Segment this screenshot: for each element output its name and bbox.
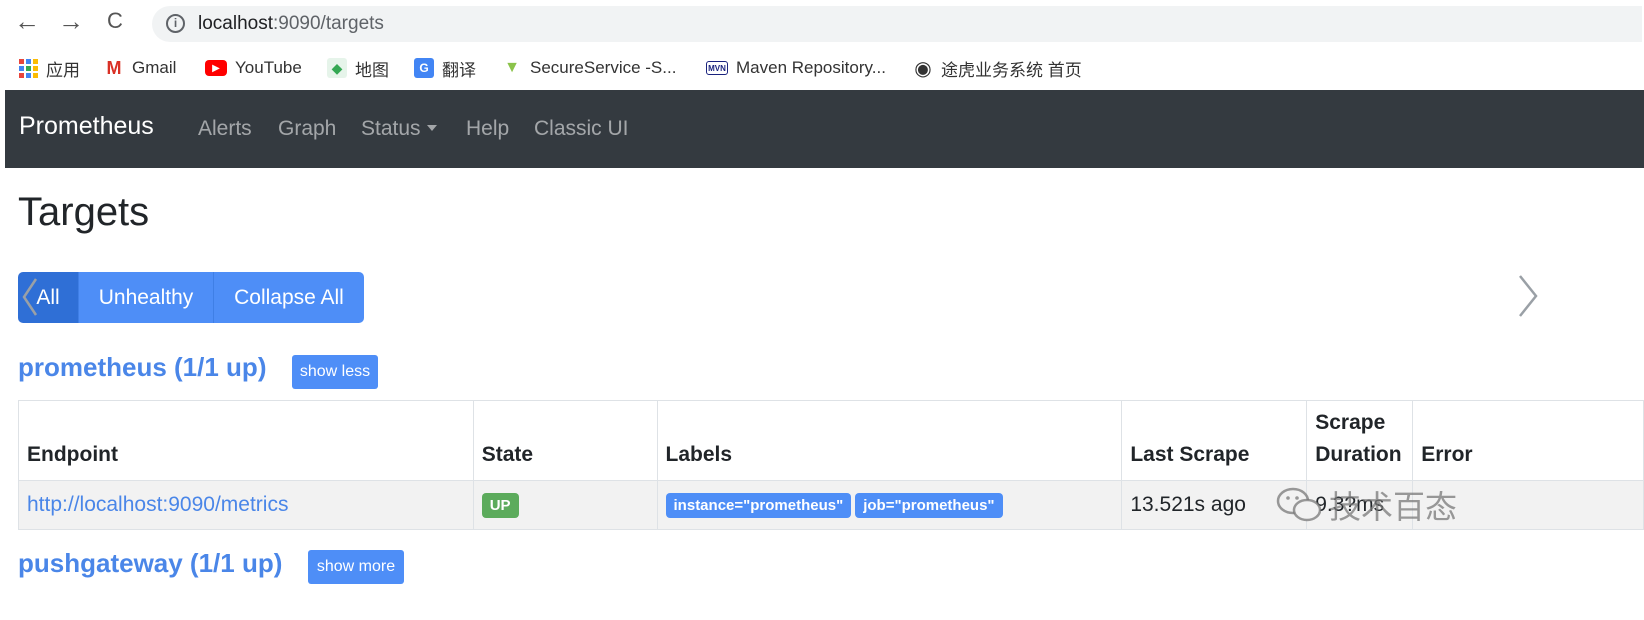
nav-status-dropdown[interactable]: Status bbox=[361, 117, 437, 141]
bookmark-label: 途虎业务系统 首页 bbox=[941, 60, 1082, 80]
bookmark-label: 地图 bbox=[355, 60, 389, 80]
wechat-icon bbox=[1276, 487, 1322, 522]
state-badge: UP bbox=[481, 493, 519, 518]
bookmark-apps[interactable]: 应用 bbox=[18, 55, 80, 81]
bookmark-label: 翻译 bbox=[442, 60, 476, 80]
apps-grid-icon bbox=[18, 58, 38, 78]
url-text[interactable]: localhost:9090/targets bbox=[198, 13, 384, 35]
column-header-endpoint: Endpoint bbox=[18, 400, 474, 481]
bookmark-youtube[interactable]: ▶ YouTube bbox=[205, 55, 302, 81]
browser-toolbar: ← → C i localhost:9090/targets bbox=[0, 0, 1644, 43]
secureservice-icon: ▼ bbox=[504, 59, 520, 76]
url-path: :9090/targets bbox=[273, 13, 384, 34]
chevron-left-icon[interactable] bbox=[20, 275, 40, 319]
url-host: localhost bbox=[198, 13, 273, 34]
nav-classic-ui[interactable]: Classic UI bbox=[534, 117, 629, 141]
bookmark-label: YouTube bbox=[235, 58, 302, 77]
maps-icon: ◆ bbox=[327, 58, 347, 78]
column-header-error: Error bbox=[1412, 400, 1644, 481]
show-more-button[interactable]: show more bbox=[308, 550, 404, 584]
globe-icon: ◉ bbox=[914, 57, 932, 80]
table-header-row: Endpoint State Labels Last Scrape Scrape… bbox=[18, 400, 1644, 481]
column-header-scrape-duration: Scrape Duration bbox=[1306, 400, 1414, 481]
maven-icon: MVN bbox=[706, 61, 728, 75]
bookmark-tuhu[interactable]: ◉ 途虎业务系统 首页 bbox=[913, 55, 1082, 81]
caret-down-icon bbox=[426, 124, 437, 131]
bookmark-label: SecureService -S... bbox=[530, 58, 677, 77]
collapse-all-button[interactable]: Collapse All bbox=[214, 272, 364, 323]
nav-status-label: Status bbox=[361, 117, 421, 140]
chevron-right-icon[interactable] bbox=[1512, 272, 1542, 320]
filter-unhealthy-button[interactable]: Unhealthy bbox=[79, 272, 214, 323]
endpoint-link[interactable]: http://localhost:9090/metrics bbox=[27, 493, 288, 516]
reload-icon[interactable]: C bbox=[100, 6, 130, 36]
bookmark-label: 应用 bbox=[46, 60, 80, 80]
label-badge-job: job="prometheus" bbox=[855, 493, 1003, 518]
job-header-pushgateway[interactable]: pushgateway (1/1 up) bbox=[18, 548, 282, 579]
bookmark-maps[interactable]: ◆ 地图 bbox=[327, 55, 389, 81]
bookmark-label: Gmail bbox=[132, 58, 177, 77]
bookmark-gmail[interactable]: M Gmail bbox=[104, 55, 177, 81]
bookmark-translate[interactable]: G 翻译 bbox=[414, 55, 476, 81]
watermark: 技术百态 bbox=[1275, 482, 1457, 528]
gmail-icon: M bbox=[106, 57, 122, 78]
show-less-button[interactable]: show less bbox=[292, 355, 378, 389]
site-info-icon[interactable]: i bbox=[166, 14, 185, 33]
bookmark-maven[interactable]: MVN Maven Repository... bbox=[706, 55, 886, 81]
watermark-text: 技术百态 bbox=[1329, 489, 1458, 525]
forward-arrow-icon[interactable]: → bbox=[56, 6, 86, 36]
nav-alerts[interactable]: Alerts bbox=[198, 117, 252, 141]
column-header-last-scrape: Last Scrape bbox=[1121, 400, 1308, 481]
label-badge-instance: instance="prometheus" bbox=[665, 493, 852, 518]
bookmark-label: Maven Repository... bbox=[736, 58, 886, 77]
back-arrow-icon[interactable]: ← bbox=[12, 6, 42, 36]
translate-icon: G bbox=[414, 58, 434, 78]
page-title: Targets bbox=[18, 190, 150, 234]
bookmarks-bar: 应用 M Gmail ▶ YouTube ◆ 地图 G 翻译 ▼ SecureS… bbox=[0, 48, 1644, 88]
brand-link[interactable]: Prometheus bbox=[19, 112, 154, 141]
column-header-labels: Labels bbox=[656, 400, 1123, 481]
address-bar[interactable]: i localhost:9090/targets bbox=[152, 6, 1642, 42]
column-header-state: State bbox=[472, 400, 658, 481]
nav-graph[interactable]: Graph bbox=[278, 117, 336, 141]
youtube-icon: ▶ bbox=[205, 60, 227, 76]
job-header-prometheus[interactable]: prometheus (1/1 up) bbox=[18, 352, 266, 383]
nav-help[interactable]: Help bbox=[466, 117, 509, 141]
filter-button-group: All Unhealthy Collapse All bbox=[18, 272, 364, 323]
top-navbar: Prometheus Alerts Graph Status Help Clas… bbox=[5, 90, 1644, 168]
bookmark-secureservice[interactable]: ▼ SecureService -S... bbox=[502, 55, 676, 81]
